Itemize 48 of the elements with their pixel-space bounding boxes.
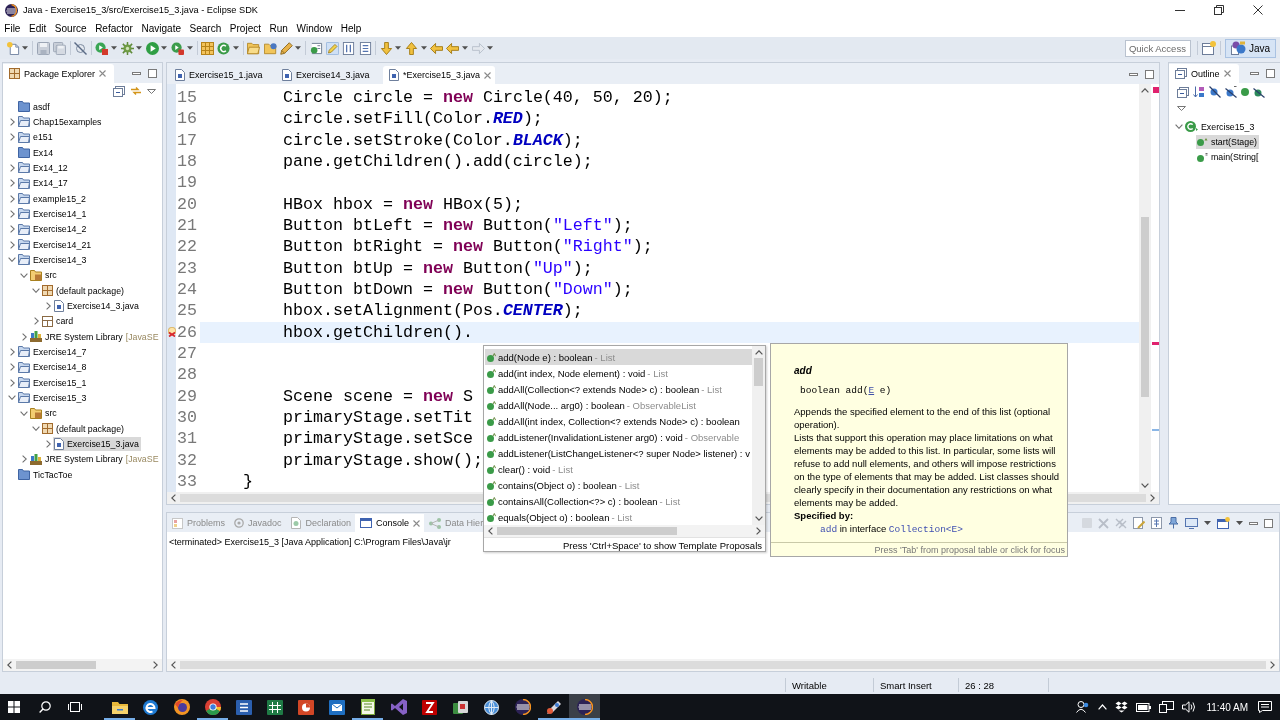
code-line: circle.setFill(Color.RED); (282, 109, 543, 129)
line-number: 23 (176, 257, 198, 279)
status-text: 26 : 28 (965, 679, 995, 691)
line-number: 27 (176, 342, 198, 365)
code-line: Scene scene = new S (282, 386, 473, 406)
code-line: primaryStage.setSce (282, 429, 473, 449)
window-title: Java - Exercise15_3/src/Exercise15_3.java - Eclipse SDK (23, 5, 258, 15)
line-number: 20 (176, 193, 198, 215)
code-line: pane.getChildren().add(circle); (282, 152, 593, 171)
code-line: Circle circle = new Circle(40, 50, 20); (282, 88, 673, 107)
doc-paragraph: Lists that support this operation may place limitations on what elements may be added to this list. In particular, some lists will refuse to add null elements, and others will impose restrictions on the type of elements that may be added. List classes should clearly specify in their documentation any restrictions on what elements may be added. (794, 431, 1061, 509)
doc-heading: Specified by: (794, 509, 855, 522)
line-number: 24 (176, 278, 198, 301)
code-line: circle.setStroke(Color.BLACK); (282, 130, 583, 150)
line-number: 16 (176, 108, 198, 130)
doc-text: add in interface Collection<E> (819, 522, 964, 536)
line-number: 31 (176, 428, 198, 450)
line-number: 33 (176, 470, 198, 492)
line-number: 28 (176, 364, 198, 386)
hint-text: Press 'Ctrl+Space' to show Template Proposals (484, 537, 765, 552)
code-line: Button btRight = new Button("Right"); (282, 237, 653, 257)
code-line: hbox.setAlignment(Pos.CENTER); (282, 301, 583, 321)
line-number: 17 (176, 129, 198, 151)
line-number: 32 (176, 449, 198, 471)
code-line: Button btUp = new Button("Up"); (282, 258, 593, 278)
code-line: } (243, 471, 253, 491)
line-number: 29 (176, 385, 198, 407)
status-text: Writable (792, 679, 827, 691)
line-number: 25 (176, 300, 198, 322)
code-line: HBox hbox = new HBox(5); (282, 194, 523, 214)
code-line: Button btLeft = new Button("Left"); (282, 215, 633, 235)
line-number: 15 (176, 87, 198, 109)
line-number: 18 (176, 151, 198, 173)
line-number: 30 (176, 406, 198, 429)
doc-paragraph: Appends the specified element to the end of this list (optional operation). (794, 405, 1052, 431)
console-text: <terminated> Exercise15_3 [Java Application] C:\Program Files\Java\jr (169, 537, 451, 547)
method-signature: boolean add(E e) (800, 384, 893, 397)
code-line: hbox.getChildren(). (282, 322, 473, 342)
doc-title: add (794, 364, 813, 377)
line-number: 21 (176, 214, 198, 237)
hint-text: Press 'Tab' from proposal table or click for focus (771, 542, 1067, 556)
line-number: 26 (176, 321, 198, 343)
line-number: 22 (176, 236, 198, 258)
status-text: Smart Insert (880, 679, 932, 691)
line-number: 19 (176, 172, 198, 194)
code-line: primaryStage.show(); (282, 450, 483, 470)
code-line: primaryStage.setTit (282, 407, 473, 427)
code-line: Button btDown = new Button("Down"); (282, 279, 633, 299)
